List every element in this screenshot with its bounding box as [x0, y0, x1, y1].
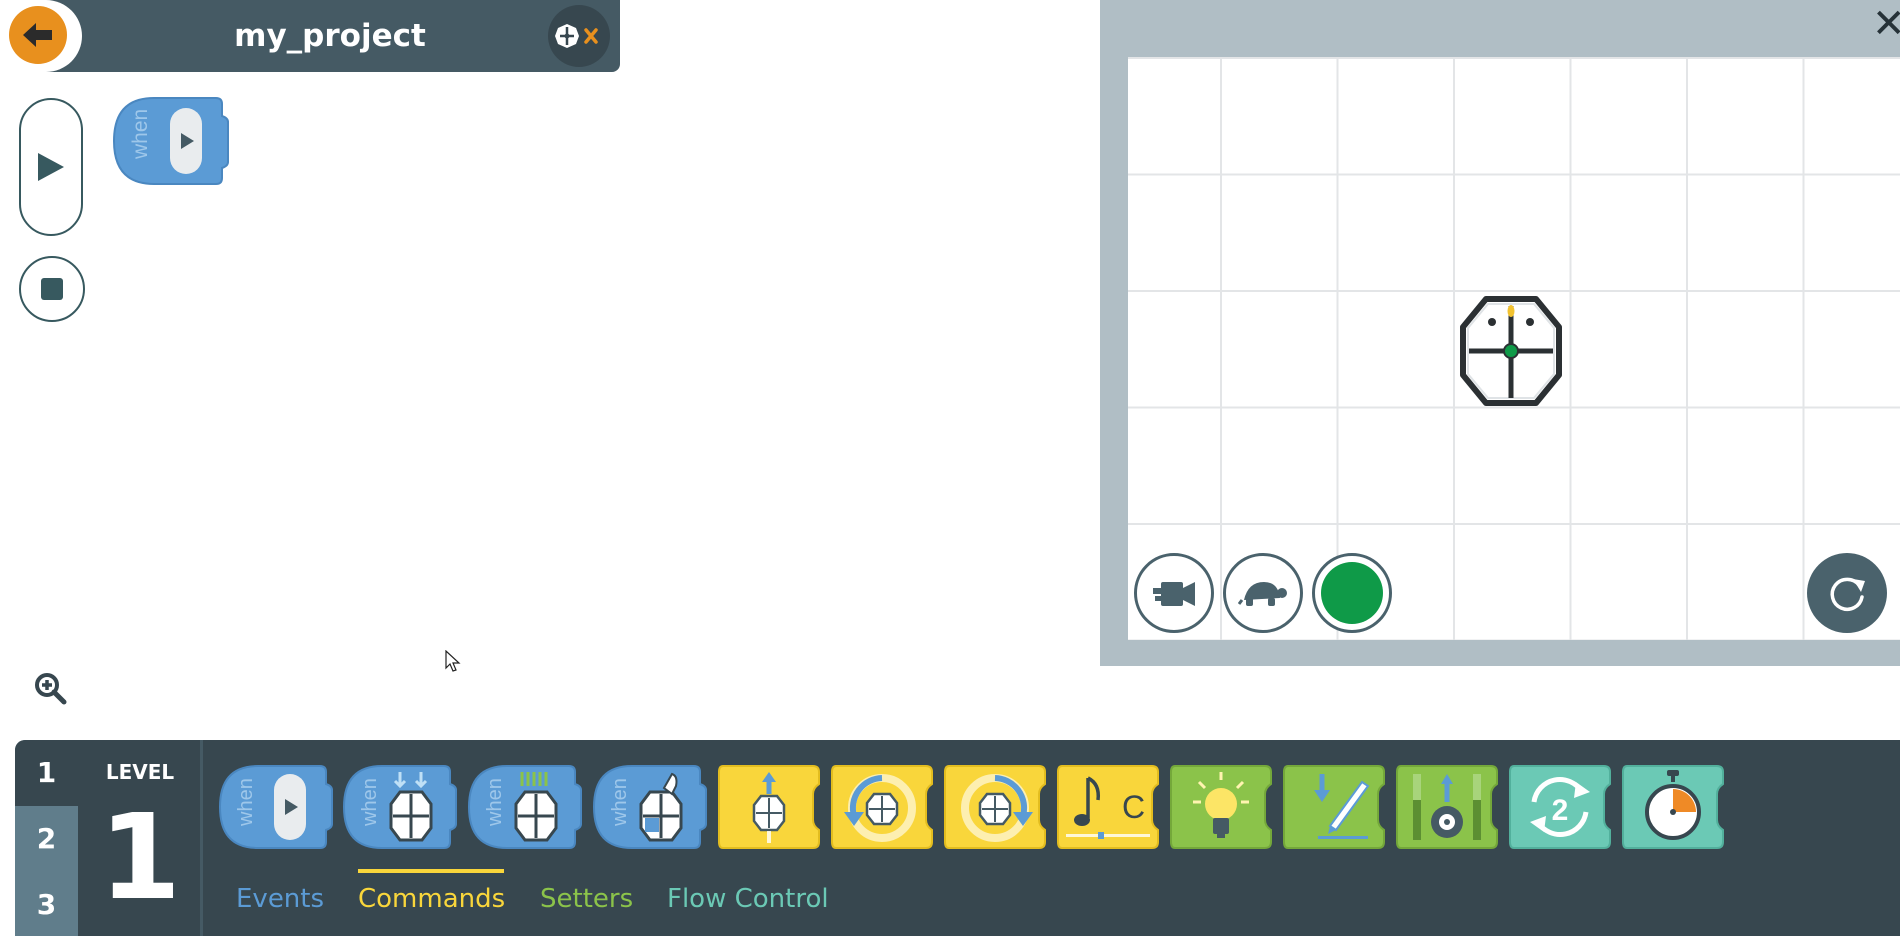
- robot-connect-button[interactable]: [548, 5, 610, 67]
- pen-block[interactable]: [1282, 764, 1386, 850]
- category-tab-flow-control[interactable]: Flow Control: [667, 884, 829, 918]
- turn-left-block[interactable]: [830, 764, 934, 850]
- repeat-block[interactable]: 2: [1508, 764, 1612, 850]
- when-button-press-block[interactable]: when: [342, 764, 458, 850]
- when-label: when: [609, 778, 631, 827]
- move-forward-block[interactable]: [717, 764, 821, 850]
- reset-icon: [1830, 577, 1865, 612]
- workspace-when-play-block[interactable]: when: [112, 96, 230, 186]
- camera-button[interactable]: [1134, 553, 1214, 633]
- arrow-left-icon: [23, 23, 52, 47]
- when-label: when: [359, 778, 381, 827]
- close-simulator-button[interactable]: ✕: [1872, 4, 1900, 44]
- category-tab-setters[interactable]: Setters: [540, 884, 633, 918]
- when-touch-block[interactable]: when: [592, 764, 708, 850]
- stop-icon: [41, 278, 63, 300]
- when-sensors-block[interactable]: when: [467, 764, 583, 850]
- wheel-speed-block[interactable]: [1395, 764, 1499, 850]
- zoom-in-icon: [35, 673, 67, 705]
- set-light-block[interactable]: [1169, 764, 1273, 850]
- back-button-wrap: [0, 0, 82, 72]
- play-icon: [38, 153, 64, 181]
- robot-sprite: [1460, 296, 1562, 406]
- level-tab-2[interactable]: 2: [15, 806, 78, 872]
- when-play-block-shape: when: [112, 97, 229, 185]
- reset-simulator-button[interactable]: [1807, 553, 1887, 633]
- run-button[interactable]: [19, 98, 83, 236]
- category-tab-events[interactable]: Events: [236, 884, 324, 918]
- when-label: when: [484, 778, 506, 827]
- robot-disconnected-icon: [555, 24, 598, 48]
- play-note-block[interactable]: C: [1056, 764, 1160, 850]
- level-tab-1[interactable]: 1: [15, 740, 78, 806]
- project-title[interactable]: my_project: [180, 0, 480, 72]
- zoom-in-button[interactable]: [34, 672, 68, 706]
- category-tab-commands[interactable]: Commands: [358, 884, 505, 918]
- turtle-icon: [1238, 582, 1287, 606]
- level-tab-3[interactable]: 3: [15, 872, 78, 936]
- turn-right-block[interactable]: [943, 764, 1047, 850]
- when-label: when: [129, 109, 152, 160]
- pen-color-button[interactable]: [1312, 553, 1392, 633]
- wait-block[interactable]: [1621, 764, 1725, 850]
- active-category-underline: [358, 869, 504, 873]
- note-label: C: [1122, 789, 1145, 825]
- repeat-count: 2: [1552, 794, 1569, 827]
- title-bar: my_project: [0, 0, 620, 72]
- mouse-pointer-icon: [445, 650, 461, 672]
- when-play-block[interactable]: when: [218, 764, 334, 850]
- level-tabs: 1 2 3: [15, 740, 78, 936]
- when-label: when: [235, 778, 257, 827]
- level-label: LEVEL: [105, 760, 175, 784]
- green-dot-icon: [1321, 562, 1383, 624]
- level-display: LEVEL 1: [78, 740, 202, 936]
- level-number: 1: [98, 788, 182, 926]
- close-icon: ✕: [1872, 1, 1900, 47]
- speed-button[interactable]: [1223, 553, 1303, 633]
- stop-button[interactable]: [19, 256, 85, 322]
- video-camera-icon: [1153, 582, 1195, 606]
- back-button[interactable]: [9, 6, 67, 64]
